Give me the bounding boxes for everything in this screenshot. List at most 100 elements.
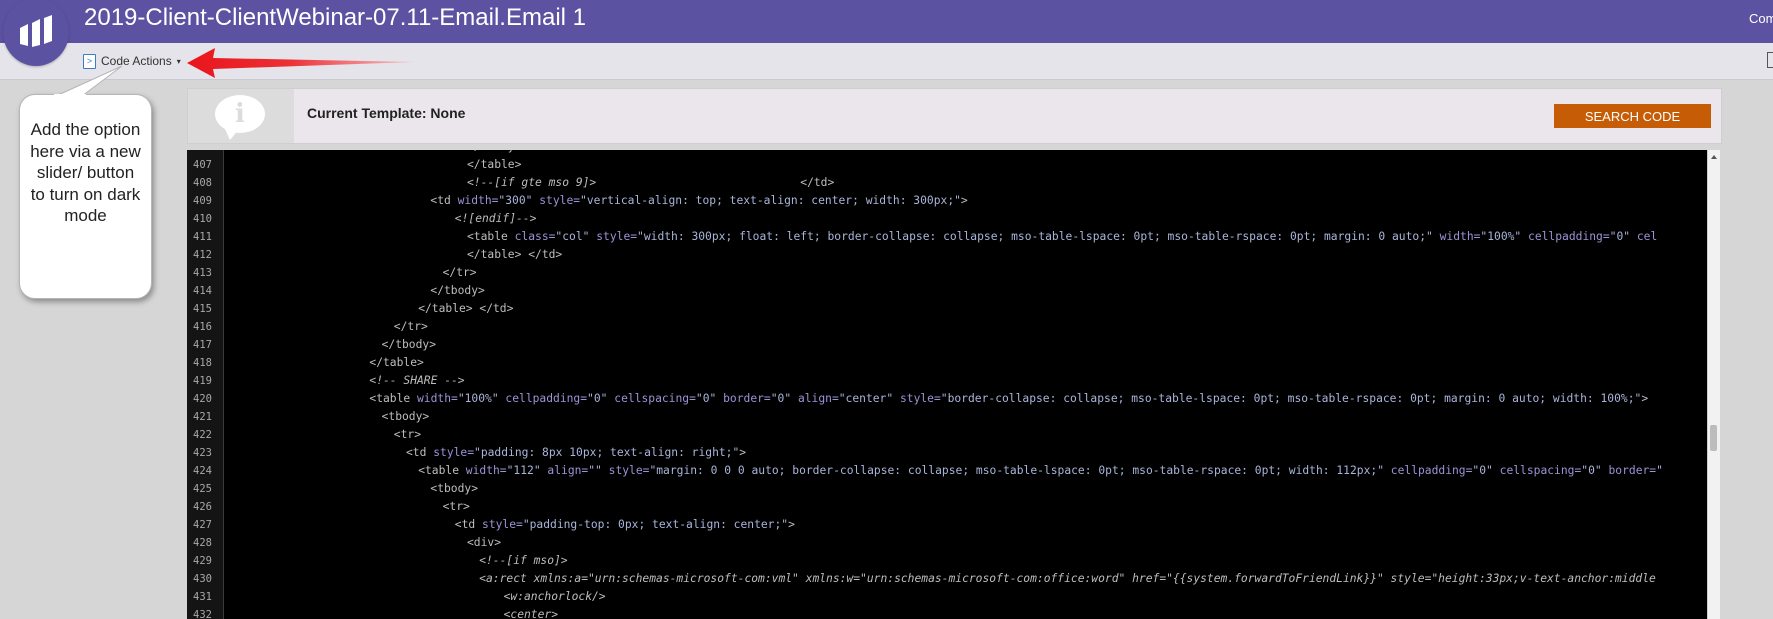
- code-line[interactable]: 429 <!--[if mso]>: [187, 552, 1699, 570]
- line-number: 429: [193, 555, 212, 567]
- line-number: 415: [193, 303, 212, 315]
- code-token: <tbody>: [430, 482, 478, 495]
- code-editor[interactable]: 406</tbody>407</table>408<!--[if gte mso…: [187, 150, 1720, 619]
- code-text: <tr>: [223, 498, 470, 516]
- code-line[interactable]: 420 <table width="100%" cellpadding="0" c…: [187, 390, 1699, 408]
- code-text: </tbody>: [223, 336, 436, 354]
- code-token: "300": [498, 194, 540, 207]
- title-bar: 2019-Client-ClientWebinar-07.11-Email.Em…: [0, 0, 1773, 43]
- code-text: </table>: [223, 354, 424, 372]
- code-token: "padding: 8px 10px; text-align: right;": [474, 446, 740, 459]
- save-icon[interactable]: [1767, 52, 1773, 68]
- code-line[interactable]: 422 <tr>: [187, 426, 1699, 444]
- code-token: "width: 300px; float: left; border-colla…: [637, 230, 1440, 243]
- code-line[interactable]: 415 </table> </td>: [187, 300, 1699, 318]
- code-token: "padding-top: 0px; text-align: center;": [522, 518, 789, 531]
- code-text: <!--[if mso]>: [223, 552, 568, 570]
- code-token: <td: [406, 446, 434, 459]
- code-line[interactable]: 412 </table> </td>: [187, 246, 1699, 264]
- code-token: border=: [723, 392, 771, 405]
- annotation-callout: Add the option here via a new slider/ bu…: [19, 94, 152, 299]
- code-text: <center>: [223, 606, 558, 619]
- code-line[interactable]: 416 </tr>: [187, 318, 1699, 336]
- code-line[interactable]: 419 <!-- SHARE -->: [187, 372, 1699, 390]
- line-number: 411: [193, 231, 212, 243]
- code-token: "0": [770, 392, 798, 405]
- code-text: </table> </td>: [223, 300, 513, 318]
- code-line[interactable]: 421 <tbody>: [187, 408, 1699, 426]
- code-line[interactable]: 409 <td width="300" style="vertical-align…: [187, 192, 1699, 210]
- code-text: </table> </td>: [223, 246, 562, 264]
- code-text: </tr>: [223, 264, 477, 282]
- code-text: <!-- SHARE -->: [223, 372, 464, 390]
- code-line[interactable]: 428 <div>: [187, 534, 1699, 552]
- code-line[interactable]: 431 <w:anchorlock/>: [187, 588, 1699, 606]
- code-token: width=: [465, 464, 507, 477]
- code-line[interactable]: 407 </table>: [187, 156, 1699, 174]
- code-token: align=: [547, 464, 589, 477]
- code-token: <td: [454, 518, 483, 531]
- code-token: <w:anchorlock/>: [503, 590, 606, 603]
- code-line[interactable]: 424 <table width="112" align="" style="ma…: [187, 462, 1699, 480]
- code-text: <table width="100%" cellpadding="0" cell…: [223, 390, 1648, 408]
- callout-pointer: [54, 66, 123, 98]
- code-token: width=: [457, 194, 499, 207]
- code-line[interactable]: 418 </table>: [187, 354, 1699, 372]
- code-line[interactable]: 413 </tr>: [187, 264, 1699, 282]
- code-token: "vertical-align: top; text-align: center…: [580, 194, 961, 207]
- dropdown-caret-icon: ▾: [176, 56, 181, 66]
- code-token: >: [739, 446, 747, 459]
- callout-text: Add the option here via a new slider/ bu…: [30, 120, 141, 225]
- line-number: 413: [193, 267, 212, 279]
- code-token: cellspacing=: [1499, 464, 1582, 477]
- code-text: <tbody>: [223, 480, 478, 498]
- editor-scrollbar[interactable]: [1707, 150, 1720, 619]
- code-line[interactable]: 426 <tr>: [187, 498, 1699, 516]
- code-text: <td width="300" style="vertical-align: t…: [223, 192, 967, 210]
- code-token: </tbody>: [381, 338, 437, 351]
- scroll-up-icon[interactable]: [1711, 155, 1717, 159]
- code-line[interactable]: 408 <!--[if gte mso 9]> </td>: [187, 174, 1699, 192]
- code-text: </tbody>: [223, 282, 484, 300]
- code-token: </table>: [369, 356, 424, 369]
- code-line[interactable]: 430 <a:rect xmlns:a="urn:schemas-microsof…: [187, 570, 1699, 588]
- line-number: 414: [193, 285, 212, 297]
- code-token: <!--[if mso]>: [479, 554, 568, 567]
- code-line[interactable]: 417 </tbody>: [187, 336, 1699, 354]
- code-line[interactable]: 432 <center>: [187, 606, 1699, 619]
- code-token: "0": [1609, 230, 1637, 243]
- info-panel: i: [188, 89, 294, 143]
- code-text: <td style="padding-top: 0px; text-align:…: [223, 516, 795, 534]
- annotation-arrow: [187, 48, 415, 78]
- code-token: border=: [1608, 464, 1657, 477]
- code-text: <table class="col" style="width: 300px; …: [223, 228, 1657, 246]
- code-line[interactable]: 411 <table class="col" style="width: 300p…: [187, 228, 1699, 246]
- code-token: >: [1641, 392, 1649, 405]
- code-token: cellpadding=: [1528, 230, 1610, 243]
- search-code-button[interactable]: SEARCH CODE: [1554, 104, 1711, 128]
- line-number: 430: [193, 573, 212, 585]
- code-token: style=: [482, 518, 523, 531]
- header-right-text[interactable]: Com: [1749, 11, 1773, 26]
- code-text: <!--[if gte mso 9]> </td>: [223, 174, 834, 192]
- current-template-label: Current Template: None: [307, 105, 466, 121]
- code-token: cellspacing=: [614, 392, 696, 405]
- code-token: class=: [514, 230, 556, 243]
- code-text: <tr>: [223, 426, 421, 444]
- code-text: <td style="padding: 8px 10px; text-align…: [223, 444, 746, 462]
- code-line[interactable]: 414 </tbody>: [187, 282, 1699, 300]
- logo-icon[interactable]: [3, 0, 69, 66]
- code-line[interactable]: 423 <td style="padding: 8px 10px; text-al…: [187, 444, 1699, 462]
- code-line[interactable]: 427 <td style="padding-top: 0px; text-ali…: [187, 516, 1699, 534]
- code-token: <table: [418, 464, 466, 477]
- code-token: width=: [417, 392, 458, 405]
- scrollbar-thumb[interactable]: [1710, 425, 1717, 451]
- code-line[interactable]: 410 <![endif]-->: [187, 210, 1699, 228]
- code-line[interactable]: 425 <tbody>: [187, 480, 1699, 498]
- code-token: ": [1656, 464, 1663, 477]
- code-token: "col": [555, 230, 597, 243]
- code-token: "0": [695, 392, 724, 405]
- line-number: 421: [193, 411, 212, 423]
- code-token: style=: [608, 464, 650, 477]
- code-token: <td: [430, 194, 458, 207]
